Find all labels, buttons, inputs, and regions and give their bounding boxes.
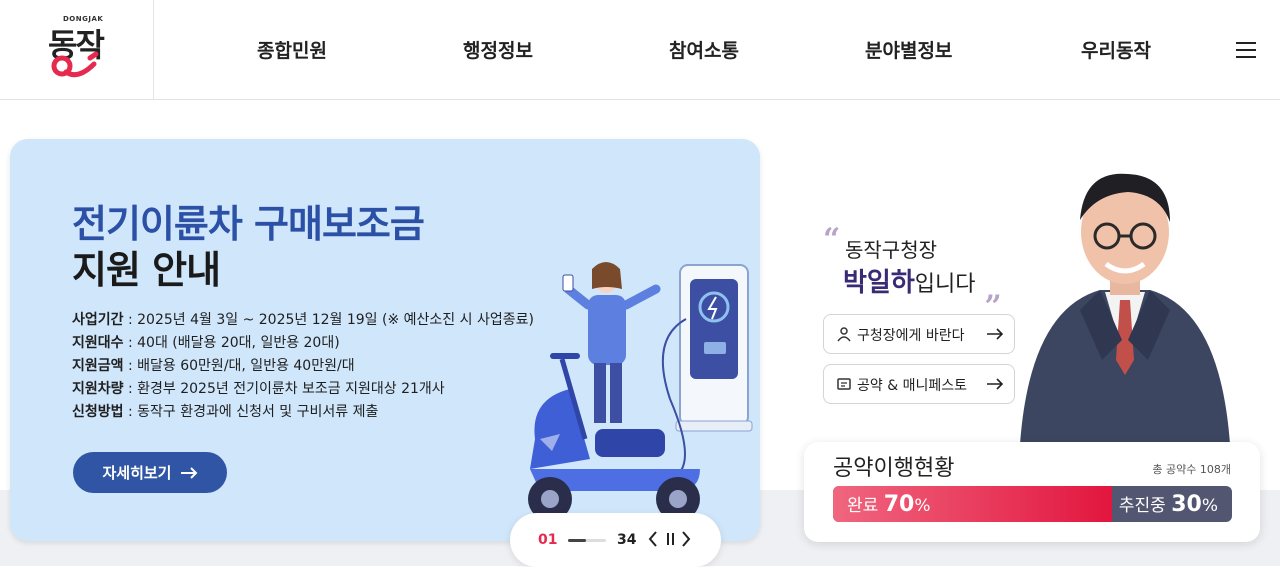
- nav-item-civil-service[interactable]: 종합민원: [257, 36, 327, 63]
- arrow-right-icon: [987, 378, 1004, 390]
- mayor-title: 동작구청장: [845, 238, 937, 262]
- quote-close-icon: „: [985, 272, 1003, 307]
- site-header: DONGJAK 동작 종합민원 행정정보 참여소통 분야별정보 우리동작: [0, 0, 1280, 100]
- petition-button[interactable]: 구청장에게 바란다: [823, 314, 1015, 354]
- pager-progress: [568, 539, 606, 542]
- arrow-right-icon: [987, 328, 1004, 340]
- scooter-charging-illustration: [528, 262, 753, 521]
- pledge-title: 공약이행현황: [833, 456, 955, 481]
- mayor-name-line: 박일하입니다: [843, 262, 976, 299]
- pager-current: 01: [538, 532, 558, 548]
- nav-item-participation[interactable]: 참여소통: [669, 36, 739, 63]
- person-icon: [837, 327, 851, 342]
- petition-label: 구청장에게 바란다: [857, 328, 965, 344]
- manifesto-label: 공약 & 매니페스토: [857, 378, 967, 394]
- mayor-name-suffix: 입니다: [914, 272, 976, 297]
- nav-item-field-info[interactable]: 분야별정보: [865, 36, 952, 63]
- pledge-count: 총 공약수 108개: [1152, 463, 1231, 476]
- pager-total: 34: [617, 532, 637, 548]
- pledge-status-card[interactable]: 공약이행현황 총 공약수 108개 완료 70% 추진중 30%: [804, 442, 1260, 542]
- pledge-done-text: 완료 70%: [847, 492, 931, 517]
- main-nav: 종합민원 행정정보 참여소통 분야별정보 우리동작: [0, 36, 1280, 64]
- nav-item-our-dongjak[interactable]: 우리동작: [1081, 36, 1151, 63]
- banner-pager: 01 34: [510, 513, 721, 567]
- pledge-progress-bar: 완료 70% 추진중 30%: [833, 486, 1232, 522]
- quote-open-icon: “: [823, 222, 841, 257]
- pledge-progress-text: 추진중 30%: [1118, 492, 1218, 517]
- mayor-name: 박일하: [843, 268, 915, 298]
- mayor-portrait: [1020, 173, 1230, 444]
- main-banner[interactable]: 전기이륜차 구매보조금 지원 안내 사업기간 : 2025년 4월 3일 ~ 2…: [10, 139, 760, 541]
- nav-item-admin-info[interactable]: 행정정보: [463, 36, 533, 63]
- next-icon[interactable]: [676, 528, 696, 550]
- hamburger-menu-icon[interactable]: [1236, 40, 1256, 60]
- document-icon: [837, 378, 851, 390]
- manifesto-button[interactable]: 공약 & 매니페스토: [823, 364, 1015, 404]
